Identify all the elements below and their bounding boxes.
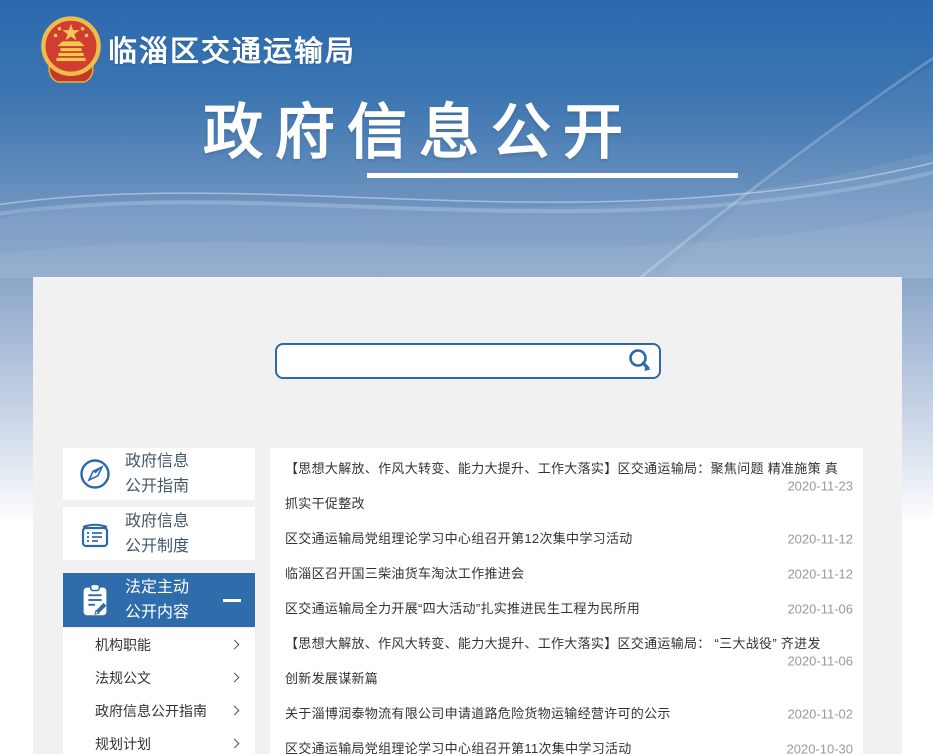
news-list-item[interactable]: 区交通运输局党组理论学习中心组召开第12次集中学习活动 2020-11-12 <box>285 521 853 556</box>
news-list-item[interactable]: 临淄区召开国三柴油货车淘汰工作推进会 2020-11-12 <box>285 556 853 591</box>
news-list-item[interactable]: 关于淄博润泰物流有限公司申请道路危险货物运输经营许可的公示 2020-11-02 <box>285 696 853 731</box>
submenu-item[interactable]: 机构职能 <box>63 628 255 661</box>
ledger-icon <box>77 515 113 553</box>
china-national-emblem-icon <box>40 15 102 87</box>
search-magnifier-icon <box>626 347 654 375</box>
news-date: 2020-11-12 <box>787 531 853 546</box>
chevron-right-icon <box>230 673 240 683</box>
search-input[interactable] <box>277 345 659 377</box>
news-list-item[interactable]: 【思想大解放、作风大转变、能力大提升、工作大落实】区交通运输局： “三大战役” … <box>285 626 853 696</box>
chevron-right-icon <box>230 640 240 650</box>
main-content-card: 政府信息 公开指南 政府信息 公开制度 <box>33 277 902 754</box>
sidebar: 政府信息 公开指南 政府信息 公开制度 <box>63 448 255 754</box>
sidebar-item-label: 政府信息 公开指南 <box>125 449 189 499</box>
chevron-right-icon <box>230 706 240 716</box>
news-list-item[interactable]: 区交通运输局全力开展“四大活动”扎实推进民生工程为民所用 2020-11-06 <box>285 591 853 626</box>
news-date: 2020-11-06 <box>787 654 853 669</box>
submenu-item[interactable]: 政府信息公开指南 <box>63 694 255 727</box>
sidebar-item-statutory-disclosure[interactable]: 法定主动 公开内容 <box>63 573 255 627</box>
sidebar-submenu: 机构职能 法规公文 政府信息公开指南 规划计划 <box>63 628 255 754</box>
news-date: 2020-11-02 <box>787 706 853 721</box>
compass-icon <box>77 455 113 493</box>
minus-icon[interactable] <box>223 599 241 602</box>
news-list: 【思想大解放、作风大转变、能力大提升、工作大落实】区交通运输局：聚焦问题 精准施… <box>270 448 863 754</box>
news-title-link[interactable]: 区交通运输局党组理论学习中心组召开第11次集中学习活动 <box>285 731 853 754</box>
page-title: 政府信息公开 <box>203 84 635 171</box>
news-title-link[interactable]: 关于淄博润泰物流有限公司申请道路危险货物运输经营许可的公示 <box>285 696 853 731</box>
title-underline <box>367 173 738 178</box>
news-title-link[interactable]: 区交通运输局党组理论学习中心组召开第12次集中学习活动 <box>285 521 853 556</box>
sidebar-item-gov-info-system[interactable]: 政府信息 公开制度 <box>63 507 255 560</box>
submenu-item[interactable]: 规划计划 <box>63 727 255 754</box>
banner: 临淄区交通运输局 政府信息公开 <box>0 0 933 278</box>
news-list-item[interactable]: 区交通运输局党组理论学习中心组召开第11次集中学习活动 2020-10-30 <box>285 731 853 754</box>
news-title-link[interactable]: 【思想大解放、作风大转变、能力大提升、工作大落实】区交通运输局： “三大战役” … <box>285 626 853 696</box>
search-box <box>275 343 661 379</box>
clipboard-pencil-icon <box>77 581 113 619</box>
sidebar-item-label: 法定主动 公开内容 <box>125 575 189 625</box>
sidebar-item-label: 政府信息 公开制度 <box>125 509 189 559</box>
news-title-link[interactable]: 临淄区召开国三柴油货车淘汰工作推进会 <box>285 556 853 591</box>
news-date: 2020-11-12 <box>787 566 853 581</box>
news-date: 2020-11-06 <box>787 601 853 616</box>
news-list-item[interactable]: 【思想大解放、作风大转变、能力大提升、工作大落实】区交通运输局：聚焦问题 精准施… <box>285 451 853 521</box>
news-date: 2020-10-30 <box>787 741 854 754</box>
sidebar-item-gov-info-guide[interactable]: 政府信息 公开指南 <box>63 448 255 500</box>
submenu-item[interactable]: 法规公文 <box>63 661 255 694</box>
search-button[interactable] <box>626 347 654 375</box>
news-title-link[interactable]: 区交通运输局全力开展“四大活动”扎实推进民生工程为民所用 <box>285 591 853 626</box>
news-title-link[interactable]: 【思想大解放、作风大转变、能力大提升、工作大落实】区交通运输局：聚焦问题 精准施… <box>285 451 853 521</box>
org-name: 临淄区交通运输局 <box>108 28 356 70</box>
news-date: 2020-11-23 <box>787 479 853 494</box>
chevron-right-icon <box>230 739 240 749</box>
